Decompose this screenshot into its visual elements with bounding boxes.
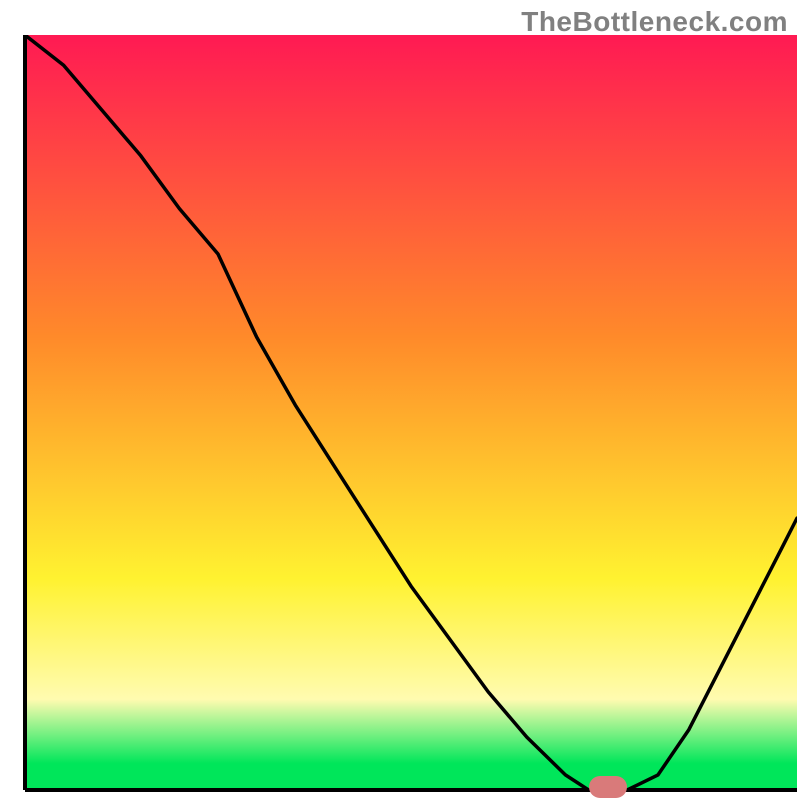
bottleneck-chart [0,0,800,800]
chart-stage: TheBottleneck.com [0,0,800,800]
optimal-zone-marker [589,776,628,798]
gradient-background [25,35,797,790]
watermark-text: TheBottleneck.com [521,6,788,38]
